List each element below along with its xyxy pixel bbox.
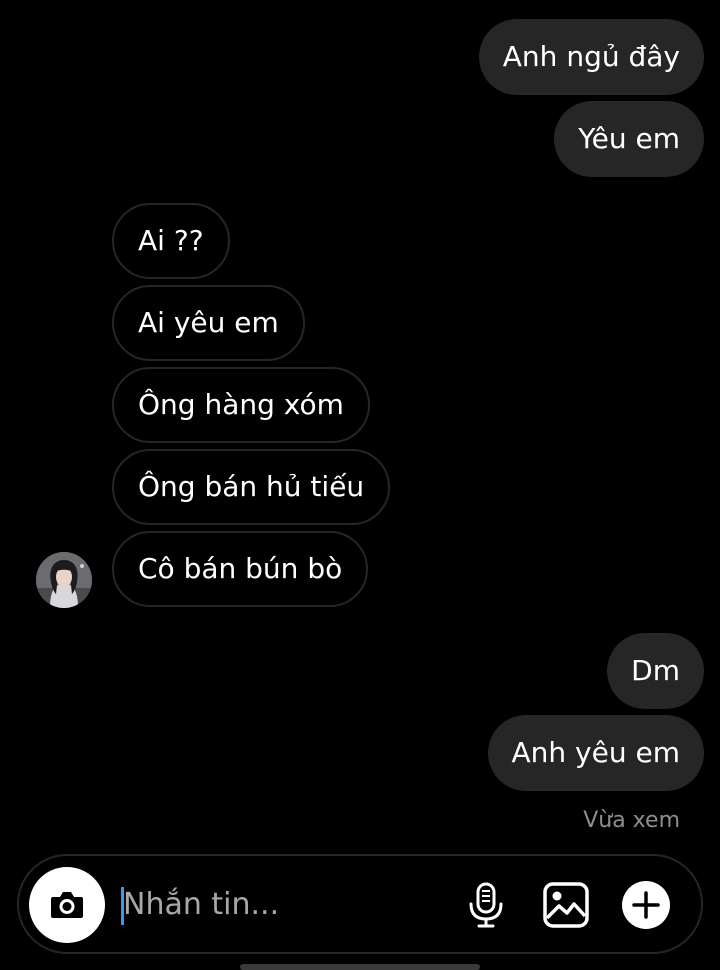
gallery-button[interactable]	[541, 880, 591, 930]
camera-icon	[51, 892, 83, 918]
home-indicator[interactable]	[240, 964, 480, 970]
message-composer: Nhắn tin...	[17, 854, 703, 954]
image-gallery-icon	[543, 882, 589, 928]
voice-message-button[interactable]	[461, 880, 511, 930]
microphone-icon	[469, 882, 503, 928]
camera-button[interactable]	[29, 867, 105, 943]
message-bubble-received[interactable]: Ông hàng xóm	[112, 367, 370, 443]
message-bubble-sent[interactable]: Anh ngủ đây	[478, 19, 704, 95]
message-bubble-sent[interactable]: Anh yêu em	[487, 715, 704, 791]
more-options-button[interactable]	[621, 880, 671, 930]
contact-avatar[interactable]	[36, 552, 92, 608]
seen-status: Vừa xem	[583, 808, 680, 833]
plus-circle-icon	[622, 881, 670, 929]
message-bubble-received[interactable]: Ai yêu em	[112, 285, 305, 361]
message-bubble-sent[interactable]: Yêu em	[554, 101, 704, 177]
message-input[interactable]: Nhắn tin...	[123, 880, 279, 930]
message-bubble-received[interactable]: Ai ??	[112, 203, 230, 279]
message-bubble-sent[interactable]: Dm	[607, 633, 704, 709]
avatar-photo	[36, 552, 92, 608]
message-bubble-received[interactable]: Ông bán hủ tiếu	[112, 449, 391, 525]
message-bubble-received[interactable]: Cô bán bún bò	[112, 531, 369, 607]
